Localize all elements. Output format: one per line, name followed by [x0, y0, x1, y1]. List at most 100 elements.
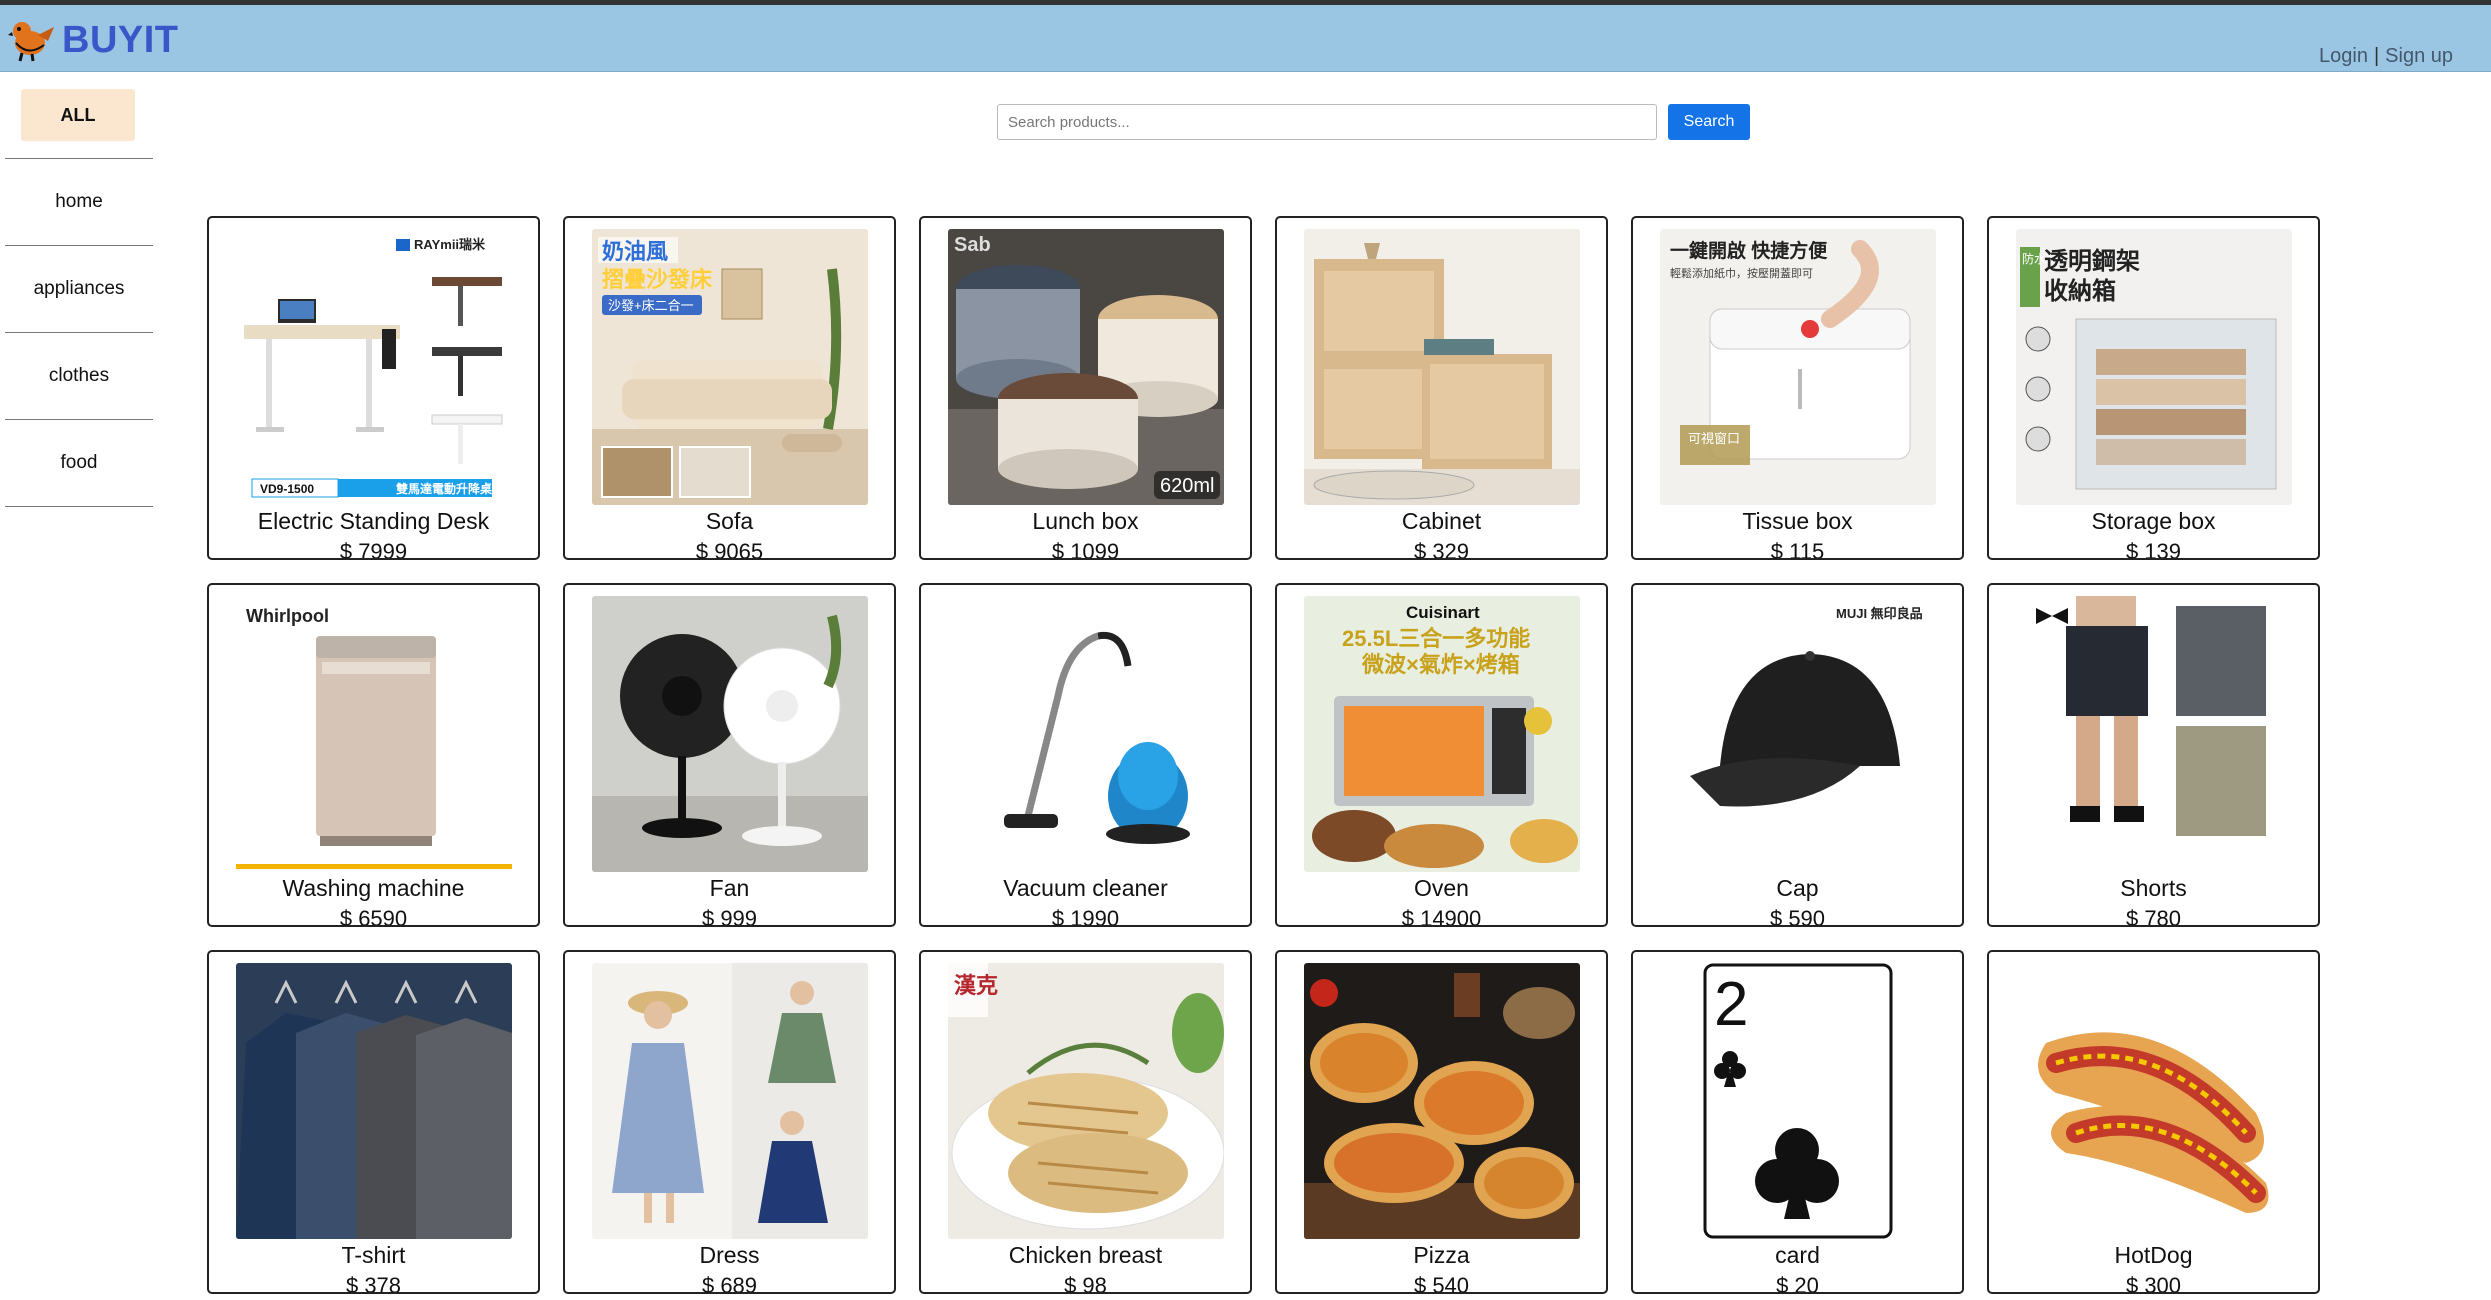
top-navbar: BUYIT Login | Sign up	[0, 0, 2491, 72]
card-rank-text: 2	[1714, 970, 1748, 1039]
sofa-tag-text: 沙發+床二合一	[608, 298, 694, 313]
storage-title-text: 透明鋼架	[2044, 247, 2140, 275]
product-card-vacuum-cleaner[interactable]: Vacuum cleaner $ 1990	[919, 583, 1252, 927]
product-image[interactable]	[236, 963, 512, 1239]
category-food[interactable]: food	[5, 419, 153, 506]
product-image[interactable]	[948, 596, 1224, 872]
product-card-cap[interactable]: MUJI 無印良品 Cap $ 590	[1631, 583, 1964, 927]
product-card-electric-standing-desk[interactable]: RAYmii瑞米 VD9-1500 雙馬達電動升降桌 Electric Stan…	[207, 216, 540, 560]
auth-links: Login | Sign up	[2319, 45, 2453, 68]
category-clothes[interactable]: clothes	[5, 332, 153, 419]
bird-logo-icon	[8, 13, 58, 68]
product-name[interactable]: Oven	[1277, 875, 1606, 902]
signup-link[interactable]: Sign up	[2385, 45, 2453, 67]
tissue-window-text: 可視窗口	[1688, 431, 1740, 446]
product-image[interactable]: 漢克	[948, 963, 1224, 1239]
product-card-pizza[interactable]: Pizza $ 540	[1275, 950, 1608, 1294]
chicken-brand-text: 漢克	[954, 973, 998, 998]
product-price: $ 7999	[339, 539, 408, 560]
product-card-oven[interactable]: Cuisinart 25.5L三合一多功能 微波×氣炸×烤箱 Oven $ 14…	[1275, 583, 1608, 927]
product-price: $ 540	[1413, 1273, 1470, 1294]
product-name[interactable]: Cabinet	[1277, 508, 1606, 535]
product-card-sofa[interactable]: 奶油風 摺疊沙發床 沙發+床二合一 Sofa $ 9065	[563, 216, 896, 560]
product-image[interactable]	[592, 596, 868, 872]
product-image[interactable]	[1304, 229, 1580, 505]
product-image[interactable]: RAYmii瑞米 VD9-1500 雙馬達電動升降桌	[236, 229, 512, 505]
product-price: $ 329	[1413, 539, 1470, 560]
login-link[interactable]: Login	[2319, 45, 2368, 67]
product-name[interactable]: Shorts	[1989, 875, 2318, 902]
product-image[interactable]: 2	[1660, 963, 1936, 1239]
product-name[interactable]: Fan	[565, 875, 894, 902]
cap-brand-text: MUJI 無印良品	[1836, 606, 1923, 621]
desk-brand-text: RAYmii瑞米	[414, 237, 486, 252]
brand[interactable]: BUYIT	[8, 13, 179, 67]
product-card-tissue-box[interactable]: 一鍵開啟 快捷方便 輕鬆添加紙巾，按壓開蓋即可 可視窗口 Tissue box …	[1631, 216, 1964, 560]
search-input[interactable]	[997, 104, 1657, 140]
product-name[interactable]: Washing machine	[209, 875, 538, 902]
product-name[interactable]: Lunch box	[921, 508, 1250, 535]
product-name[interactable]: Vacuum cleaner	[921, 875, 1250, 902]
product-price: $ 999	[701, 906, 758, 927]
product-card-cabinet[interactable]: Cabinet $ 329	[1275, 216, 1608, 560]
product-image[interactable]: 奶油風 摺疊沙發床 沙發+床二合一	[592, 229, 868, 505]
product-price: $ 9065	[695, 539, 764, 560]
search-button[interactable]: Search	[1668, 104, 1750, 140]
desk-caption-text: 雙馬達電動升降桌	[396, 481, 493, 496]
product-price: $ 98	[1064, 1273, 1107, 1294]
product-name[interactable]: T-shirt	[209, 1242, 538, 1269]
product-image[interactable]: Cuisinart 25.5L三合一多功能 微波×氣炸×烤箱	[1304, 596, 1580, 872]
product-image[interactable]: Sab 620ml	[948, 229, 1224, 505]
product-image[interactable]	[1304, 963, 1580, 1239]
product-name[interactable]: HotDog	[1989, 1242, 2318, 1269]
product-card-hotdog[interactable]: HotDog $ 300	[1987, 950, 2320, 1294]
product-card-shorts[interactable]: Shorts $ 780	[1987, 583, 2320, 927]
product-name[interactable]: Electric Standing Desk	[209, 508, 538, 535]
product-price: $ 14900	[1401, 906, 1482, 927]
product-price: $ 1099	[1051, 539, 1120, 560]
storage-title2-text: 收納箱	[2044, 277, 2116, 305]
product-price: $ 115	[1770, 539, 1825, 560]
product-price: $ 20	[1776, 1273, 1819, 1294]
product-name[interactable]: card	[1633, 1242, 1962, 1269]
product-image[interactable]: MUJI 無印良品	[1660, 596, 1936, 872]
product-card-t-shirt[interactable]: T-shirt $ 378	[207, 950, 540, 1294]
product-image[interactable]: 防水款 透明鋼架 收納箱	[2016, 229, 2292, 505]
product-name[interactable]: Cap	[1633, 875, 1962, 902]
oven-line1-text: 25.5L三合一多功能	[1342, 626, 1530, 651]
product-card-dress[interactable]: Dress $ 689	[563, 950, 896, 1294]
product-price: $ 1990	[1051, 906, 1120, 927]
product-card-lunch-box[interactable]: Sab 620ml Lunch box $ 1099	[919, 216, 1252, 560]
sofa-subtitle-text: 摺疊沙發床	[602, 267, 713, 292]
product-card-storage-box[interactable]: 防水款 透明鋼架 收納箱 Storage box $ 139	[1987, 216, 2320, 560]
product-name[interactable]: Tissue box	[1633, 508, 1962, 535]
product-price: $ 590	[1769, 906, 1826, 927]
product-price: $ 6590	[339, 906, 408, 927]
product-image[interactable]: Whirlpool	[236, 596, 512, 872]
product-image[interactable]	[2016, 963, 2292, 1239]
product-card-card[interactable]: 2 card $ 20	[1631, 950, 1964, 1294]
product-name[interactable]: Chicken breast	[921, 1242, 1250, 1269]
product-name[interactable]: Dress	[565, 1242, 894, 1269]
oven-brand-text: Cuisinart	[1406, 603, 1480, 622]
product-price: $ 300	[2125, 1273, 2182, 1294]
product-price: $ 689	[701, 1273, 758, 1294]
product-image[interactable]	[2016, 596, 2292, 872]
category-appliances[interactable]: appliances	[5, 245, 153, 332]
category-all-button[interactable]: ALL	[21, 89, 135, 141]
category-home[interactable]: home	[5, 158, 153, 245]
product-price: $ 780	[2125, 906, 2182, 927]
lunch-brand-text: Sab	[954, 234, 991, 256]
product-image[interactable]: 一鍵開啟 快捷方便 輕鬆添加紙巾，按壓開蓋即可 可視窗口	[1660, 229, 1936, 505]
sidebar-divider	[5, 506, 153, 507]
product-name[interactable]: Storage box	[1989, 508, 2318, 535]
sofa-title-text: 奶油風	[602, 239, 668, 264]
tissue-title-text: 一鍵開啟 快捷方便	[1670, 239, 1828, 262]
product-image[interactable]	[592, 963, 868, 1239]
washer-brand-text: Whirlpool	[246, 606, 329, 626]
product-card-fan[interactable]: Fan $ 999	[563, 583, 896, 927]
product-card-washing-machine[interactable]: Whirlpool Washing machine $ 6590	[207, 583, 540, 927]
product-card-chicken-breast[interactable]: 漢克 Chicken breast $ 98	[919, 950, 1252, 1294]
product-name[interactable]: Pizza	[1277, 1242, 1606, 1269]
product-name[interactable]: Sofa	[565, 508, 894, 535]
